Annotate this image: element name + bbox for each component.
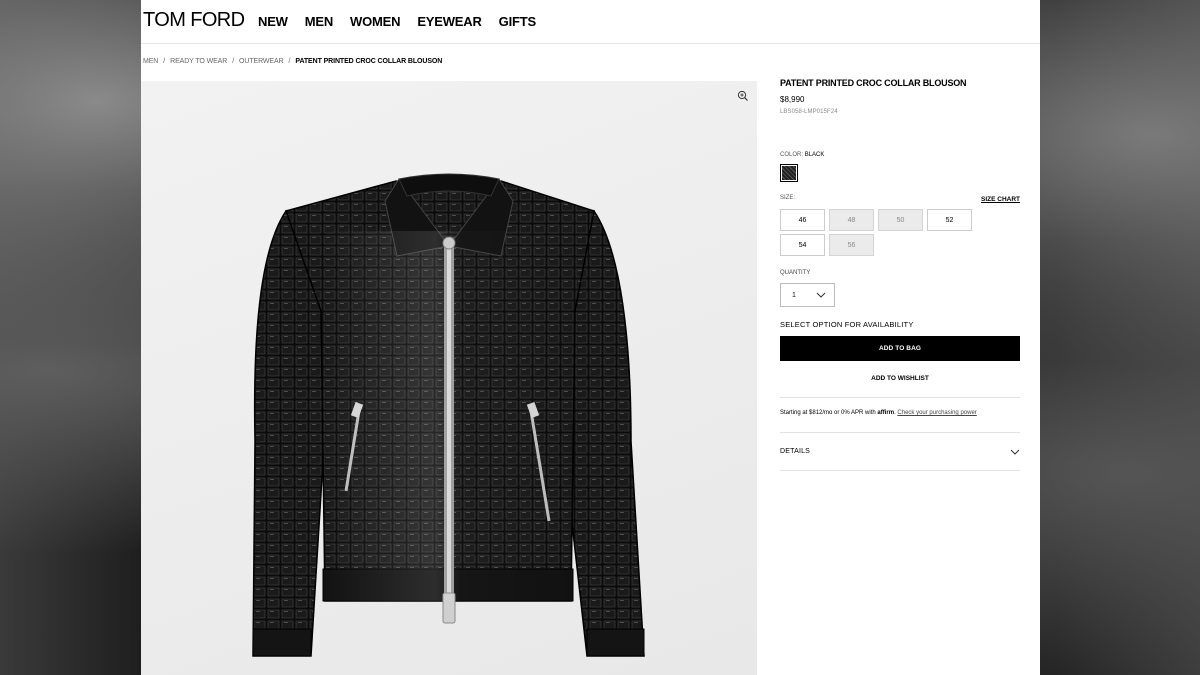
site-header: TOM FORD NEW MEN WOMEN EYEWEAR GIFTS [141, 0, 1040, 44]
divider [780, 470, 1020, 471]
color-swatch-black[interactable] [780, 164, 798, 182]
nav-women[interactable]: WOMEN [350, 14, 400, 29]
product-info: PATENT PRINTED CROC COLLAR BLOUSON $8,99… [780, 78, 1020, 471]
product-sku: LBS058-LMP015F24 [780, 109, 838, 115]
size-option-46[interactable]: 46 [780, 209, 825, 231]
breadcrumb-ready-to-wear[interactable]: READY TO WEAR [170, 58, 227, 65]
size-label: SIZE: [780, 195, 796, 201]
brand-logo[interactable]: TOM FORD [143, 9, 245, 32]
size-options: 46 48 50 52 54 56 [780, 209, 980, 256]
quantity-value: 1 [792, 291, 796, 299]
affirm-link[interactable]: Check your purchasing power [897, 410, 976, 416]
breadcrumb-separator: / [288, 58, 291, 65]
divider [780, 397, 1020, 398]
quantity-select[interactable]: 1 [780, 283, 835, 307]
nav-new[interactable]: NEW [258, 14, 288, 29]
breadcrumb-men[interactable]: MEN [143, 58, 158, 65]
chevron-down-icon [816, 292, 826, 298]
chevron-down-icon [1010, 449, 1020, 455]
swatch-image [782, 166, 796, 180]
breadcrumb-outerwear[interactable]: OUTERWEAR [239, 58, 284, 65]
quantity-label: QUANTITY [780, 270, 811, 276]
size-option-56[interactable]: 56 [829, 234, 874, 256]
details-label: DETAILS [780, 448, 811, 455]
color-label-text: COLOR: [780, 152, 804, 158]
size-option-50[interactable]: 50 [878, 209, 923, 231]
color-label: COLOR: BLACK [780, 152, 824, 158]
breadcrumb: MEN / READY TO WEAR / OUTERWEAR / PATENT… [143, 58, 442, 65]
add-to-bag-button[interactable]: ADD TO BAG [780, 336, 1020, 361]
product-title: PATENT PRINTED CROC COLLAR BLOUSON [780, 78, 967, 88]
breadcrumb-separator: / [232, 58, 235, 65]
size-chart-link[interactable]: SIZE CHART [981, 196, 1020, 203]
product-page: TOM FORD NEW MEN WOMEN EYEWEAR GIFTS MEN… [141, 0, 1040, 675]
main-nav: NEW MEN WOMEN EYEWEAR GIFTS [258, 14, 536, 29]
breadcrumb-separator: / [163, 58, 166, 65]
affirm-text: Starting at $812/mo or 0% APR with [780, 410, 876, 416]
size-option-48[interactable]: 48 [829, 209, 874, 231]
size-option-54[interactable]: 54 [780, 234, 825, 256]
add-to-wishlist-button[interactable]: ADD TO WISHLIST [780, 375, 1020, 382]
details-accordion[interactable]: DETAILS [780, 433, 1020, 470]
product-image-panel[interactable] [141, 81, 757, 675]
affirm-logo: affirm [877, 410, 895, 416]
color-value: BLACK [804, 152, 825, 158]
zoom-in-icon[interactable] [737, 89, 749, 101]
affirm-financing: Starting at $812/mo or 0% APR with affir… [780, 410, 977, 416]
nav-men[interactable]: MEN [305, 14, 333, 29]
nav-gifts[interactable]: GIFTS [499, 14, 536, 29]
breadcrumb-current: PATENT PRINTED CROC COLLAR BLOUSON [295, 58, 443, 65]
availability-text: SELECT OPTION FOR AVAILABILITY [780, 320, 914, 329]
size-option-52[interactable]: 52 [927, 209, 972, 231]
product-image [252, 173, 645, 657]
nav-eyewear[interactable]: EYEWEAR [417, 14, 482, 29]
product-price: $8,990 [780, 95, 805, 104]
